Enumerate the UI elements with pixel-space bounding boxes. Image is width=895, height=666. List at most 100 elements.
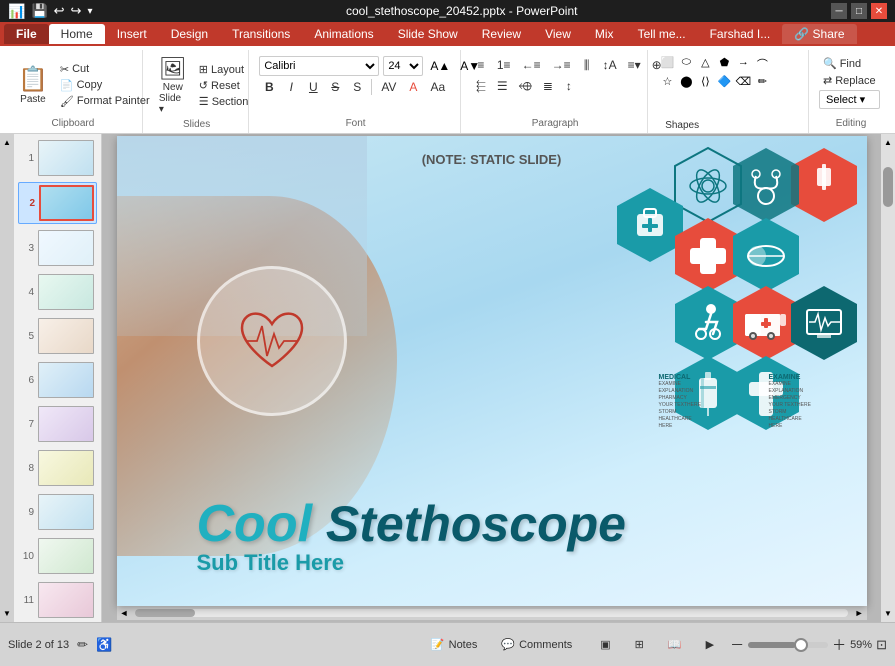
shape-5[interactable]: → xyxy=(734,56,752,74)
minimize-button[interactable]: ─ xyxy=(831,3,847,19)
shape-9[interactable]: ⟨⟩ xyxy=(696,75,714,93)
line-spacing-button[interactable]: ↕ xyxy=(559,77,579,96)
slide-thumb-9[interactable]: 9 xyxy=(18,492,97,532)
maximize-button[interactable]: □ xyxy=(851,3,867,19)
slide-content-area[interactable]: (NOTE: STATIC SLIDE) + xyxy=(102,134,881,622)
zoom-out-button[interactable]: － xyxy=(730,635,744,655)
slide-thumb-2[interactable]: 2 xyxy=(18,182,97,224)
tab-tellme[interactable]: Tell me... xyxy=(626,24,698,44)
close-button[interactable]: ✕ xyxy=(871,3,887,19)
comments-button[interactable]: 💬 Comments xyxy=(493,634,580,655)
select-button[interactable]: Select ▾ xyxy=(819,90,880,109)
section-button[interactable]: ☰ Section xyxy=(195,94,253,109)
zoom-slider[interactable] xyxy=(748,642,828,648)
font-family-select[interactable]: Calibri xyxy=(259,56,379,76)
slide-thumb-3[interactable]: 3 xyxy=(18,228,97,268)
zoom-in-button[interactable]: ＋ xyxy=(832,635,846,655)
decrease-indent-button[interactable]: ←≡ xyxy=(517,56,546,75)
shape-3[interactable]: △ xyxy=(696,56,714,74)
shape-11[interactable]: ⌫ xyxy=(734,75,752,93)
shadow-button[interactable]: S xyxy=(347,78,367,96)
shapes-button[interactable]: Shapes xyxy=(658,116,706,135)
scroll-up-button[interactable]: ▲ xyxy=(3,138,11,147)
slide-thumb-4[interactable]: 4 xyxy=(18,272,97,312)
tab-insert[interactable]: Insert xyxy=(105,24,159,44)
scroll-left-button[interactable]: ◄ xyxy=(117,608,132,618)
quick-access-save[interactable]: 💾 xyxy=(31,3,47,19)
zoom-thumb[interactable] xyxy=(794,638,808,652)
slide-thumb-10[interactable]: 10 xyxy=(18,536,97,576)
shape-7[interactable]: ☆ xyxy=(658,75,676,93)
italic-button[interactable]: I xyxy=(281,78,301,96)
slide-thumb-5[interactable]: 5 xyxy=(18,316,97,356)
bullets-button[interactable]: ≡ xyxy=(471,56,491,75)
reset-button[interactable]: ↺ Reset xyxy=(195,78,253,93)
tab-transitions[interactable]: Transitions xyxy=(220,24,302,44)
quick-access-customize[interactable]: ▾ xyxy=(87,6,92,17)
align-text-button[interactable]: ≡▾ xyxy=(623,56,646,75)
shape-6[interactable]: ⌒ xyxy=(753,56,771,74)
tab-slideshow[interactable]: Slide Show xyxy=(386,24,470,44)
tab-user[interactable]: Farshad I... xyxy=(698,24,783,44)
change-case-button[interactable]: Aa xyxy=(425,78,450,96)
find-button[interactable]: 🔍 Find xyxy=(819,56,880,71)
tab-mix[interactable]: Mix xyxy=(583,24,626,44)
new-slide-button[interactable]: 🖼 New Slide ▾ xyxy=(153,52,193,119)
view-reading-button[interactable]: 📖 xyxy=(660,634,690,655)
bold-button[interactable]: B xyxy=(259,78,279,96)
shape-2[interactable]: ⬭ xyxy=(677,56,695,74)
tab-animations[interactable]: Animations xyxy=(302,24,385,44)
tab-home[interactable]: Home xyxy=(49,24,105,44)
slide-canvas[interactable]: (NOTE: STATIC SLIDE) + xyxy=(117,136,867,606)
view-slideshow-button[interactable]: ▶ xyxy=(698,634,722,655)
cut-button[interactable]: ✂ Cut xyxy=(56,62,154,77)
shape-4[interactable]: ⬟ xyxy=(715,56,733,74)
copy-button[interactable]: 📄 Copy xyxy=(56,78,154,93)
scroll-thumb-v[interactable] xyxy=(883,167,893,207)
align-left-button[interactable]: ⬱ xyxy=(471,77,491,96)
accessibility-icon[interactable]: ♿ xyxy=(96,637,112,653)
shape-12[interactable]: ✏ xyxy=(753,75,771,93)
scroll-right-down[interactable]: ▼ xyxy=(884,609,892,618)
tab-share[interactable]: 🔗 Share xyxy=(782,24,856,44)
tab-design[interactable]: Design xyxy=(159,24,220,44)
increase-indent-button[interactable]: →≡ xyxy=(547,56,576,75)
view-sorter-button[interactable]: ⊞ xyxy=(627,634,652,655)
columns-button[interactable]: ⫼ xyxy=(577,56,597,75)
text-direction-button[interactable]: ↕A xyxy=(598,56,622,75)
scroll-down-button[interactable]: ▼ xyxy=(3,609,11,618)
numbering-button[interactable]: 1≡ xyxy=(492,56,516,75)
bottom-scrollbar[interactable]: ◄ ► xyxy=(117,606,867,620)
scroll-right-button[interactable]: ► xyxy=(852,608,867,618)
fit-slide-button[interactable]: ⊡ xyxy=(876,637,887,653)
slide-thumb-1[interactable]: 1 xyxy=(18,138,97,178)
justify-button[interactable]: ≣ xyxy=(538,77,558,96)
quick-access-redo[interactable]: ↪ xyxy=(71,3,82,19)
slide-thumb-8[interactable]: 8 xyxy=(18,448,97,488)
increase-font-button[interactable]: A▲ xyxy=(427,58,453,74)
char-spacing-button[interactable]: AV xyxy=(376,78,401,96)
quick-access-undo[interactable]: ↩ xyxy=(54,3,65,19)
view-normal-button[interactable]: ▣ xyxy=(592,634,618,655)
slide-thumb-7[interactable]: 7 xyxy=(18,404,97,444)
slide-thumb-6[interactable]: 6 xyxy=(18,360,97,400)
scroll-right-up[interactable]: ▲ xyxy=(884,138,892,147)
shape-10[interactable]: 🔷 xyxy=(715,75,733,93)
underline-button[interactable]: U xyxy=(303,78,323,96)
format-painter-button[interactable]: 🖌 Format Painter xyxy=(56,94,154,109)
tab-review[interactable]: Review xyxy=(470,24,533,44)
font-color-button[interactable]: A xyxy=(403,78,423,96)
replace-button[interactable]: ⇄ Replace xyxy=(819,73,880,88)
font-size-select[interactable]: 24 xyxy=(383,56,423,76)
strikethrough-button[interactable]: S xyxy=(325,78,345,96)
align-center-button[interactable]: ☰ xyxy=(492,77,513,96)
paste-button[interactable]: 📋 Paste xyxy=(12,61,54,109)
slide-thumb-11[interactable]: 11 xyxy=(18,580,97,620)
tab-file[interactable]: File xyxy=(4,24,49,44)
align-right-button[interactable]: ⬲ xyxy=(514,77,537,96)
shape-8[interactable]: ⬤ xyxy=(677,75,695,93)
notes-button[interactable]: 📝 Notes xyxy=(423,634,485,655)
shape-1[interactable]: ⬜ xyxy=(658,56,676,74)
layout-button[interactable]: ⊞ Layout xyxy=(195,62,253,77)
tab-view[interactable]: View xyxy=(533,24,583,44)
